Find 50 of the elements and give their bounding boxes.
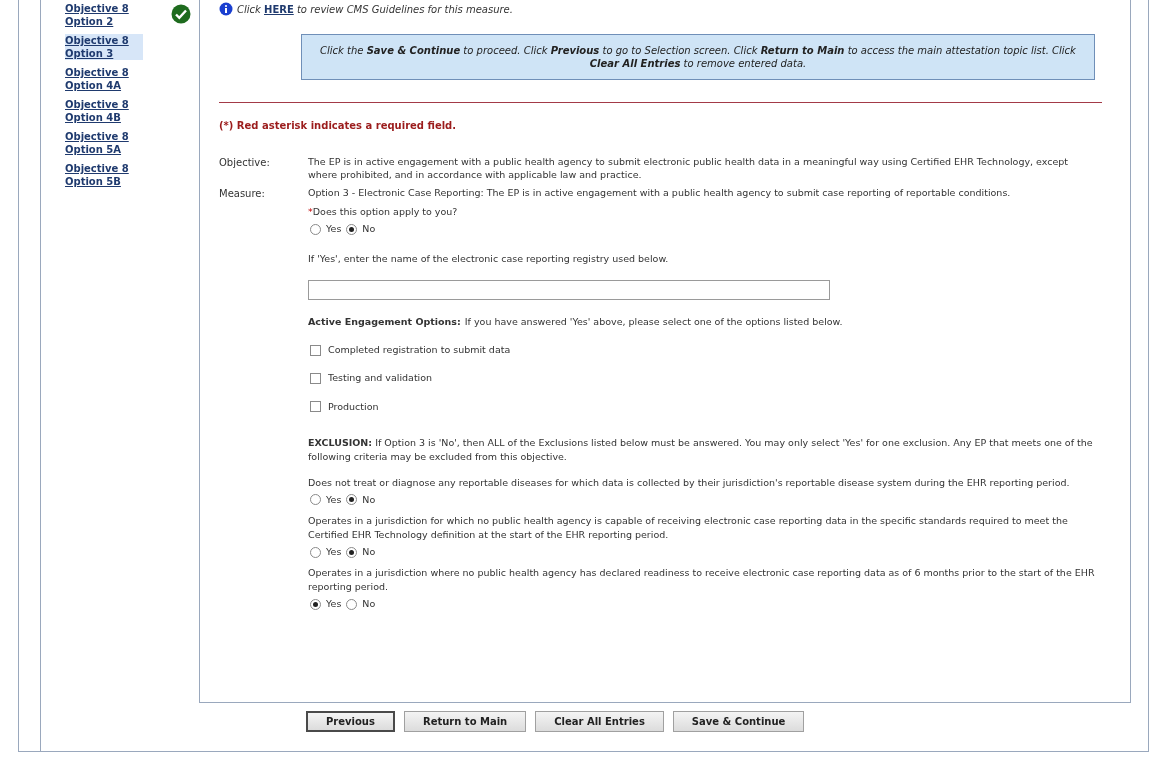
sidebar-link[interactable]: Objective 8 Option 4B (65, 98, 143, 124)
radio-label: Yes (326, 492, 342, 507)
radio-label: No (362, 545, 376, 559)
checkbox-label: Completed registration to submit data (328, 343, 511, 357)
radio-label: No (362, 492, 376, 507)
sidebar-link[interactable]: Objective 8 Option 4A (65, 66, 143, 92)
radio-label: No (362, 597, 376, 612)
engagement-heading: Active Engagement Options: (308, 314, 461, 329)
sidebar-link[interactable]: Objective 8 Option 5A (65, 130, 143, 156)
checkbox[interactable] (310, 372, 321, 384)
checkbox-label: Production (328, 399, 379, 414)
radio-button[interactable] (346, 598, 358, 610)
checkbox-label: Testing and validation (328, 371, 433, 386)
info-text: Click HERE to review CMS Guidelines for this measure. (237, 2, 513, 17)
engagement-text: If you have answered 'Yes' above, please select one of the options listed below. (464, 314, 843, 329)
radio-button[interactable] (310, 598, 321, 610)
checkbox[interactable] (310, 401, 321, 413)
exclusion-question: Does not treat or diagnose any reportable diseases for which data is collected by their jurisdiction's reportable disease system during the EHR reporting period. (308, 475, 1071, 490)
radio-button[interactable] (346, 223, 358, 235)
registry-input-field[interactable] (308, 279, 830, 300)
here-link[interactable]: HERE (264, 3, 294, 15)
radio-label: Yes (326, 545, 342, 559)
registry-prompt: If 'Yes', enter the name of the electronic case reporting registry used below. (308, 251, 670, 266)
radio-label: No (362, 222, 376, 237)
sidebar-link[interactable]: Objective 8 Option 2 (65, 2, 143, 28)
checkbox[interactable] (310, 344, 321, 356)
radio-label: Yes (326, 597, 342, 612)
objective-text: The EP is in active engagement with a public health agency to submit electronic public health data in a meaningful way using Certified EHR Technology, except where prohibited, and in accordance with applicable law and practice. (308, 155, 1070, 181)
instructions-panel: Click the Save & Continue to proceed. Click Previous to go to Selection screen. Click Return to Main to access the main attestation topic list. Click Clear All Entries to remove entered data. (301, 34, 1095, 80)
sidebar-link[interactable]: Objective 8 Option 3 (65, 34, 143, 60)
field-label: Measure: (219, 187, 266, 201)
radio-button[interactable] (346, 546, 358, 558)
required-note: (*) Red asterisk indicates a required field. (219, 119, 458, 133)
radio-button[interactable] (310, 546, 321, 558)
form-button[interactable]: Return to Main (403, 711, 527, 732)
exclusion-text: EXCLUSION: If Option 3 is 'No', then ALL of the Exclusions listed below must be answered. You may only select 'Yes' for one exclusion. Any EP that meets one of the following criteria may be excluded from this objective. (308, 435, 1094, 464)
exclusion-question: Operates in a jurisdiction where no public health agency has declared readiness to receive electronic case reporting data as of 6 months prior to the start of the EHR reporting period. (308, 566, 1096, 595)
form-button[interactable]: Save & Continue (672, 711, 805, 732)
exclusion-question: Operates in a jurisdiction for which no public health agency is capable of receiving electronic case reporting data in the specific standards required to meet the Certified EHR Technology definition at the start of the EHR reporting period. (308, 514, 1069, 542)
required-asterisk: * (308, 205, 313, 219)
radio-label: Yes (326, 222, 342, 237)
radio-button[interactable] (310, 223, 321, 235)
field-label: Objective: (219, 156, 271, 170)
radio-button[interactable] (310, 494, 321, 506)
radio-button[interactable] (346, 494, 358, 506)
form-button[interactable]: Previous (306, 711, 395, 732)
sidebar-link[interactable]: Objective 8 Option 5B (65, 162, 143, 188)
measure-text: Option 3 - Electronic Case Reporting: The EP is in active engagement with a public health agency to submit case reporting of reportable conditions. (308, 186, 1012, 199)
form-button[interactable]: Clear All Entries (535, 711, 664, 732)
question-text: Does this option apply to you? (312, 205, 458, 219)
